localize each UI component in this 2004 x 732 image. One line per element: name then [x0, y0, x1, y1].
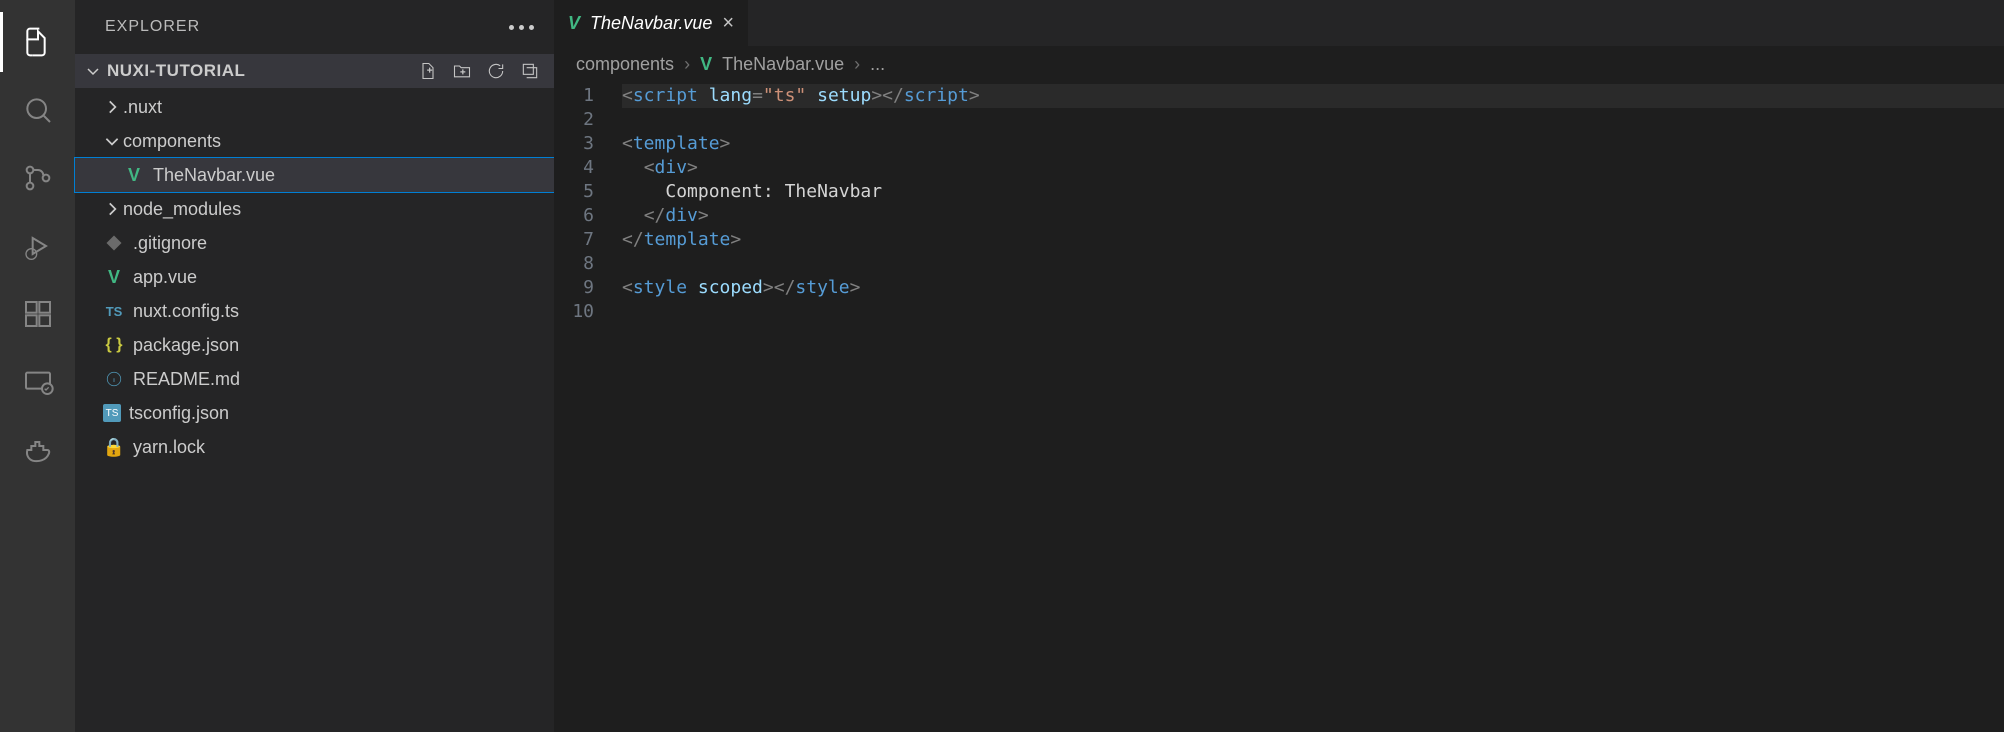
tree-item-label: yarn.lock [133, 437, 205, 458]
tab-active[interactable]: TheNavbar.vue × [554, 0, 748, 46]
activity-bar [0, 0, 75, 732]
editor-area: TheNavbar.vue × components › TheNavbar.v… [554, 0, 2004, 732]
project-name: NUXI-TUTORIAL [107, 61, 245, 81]
tab-title: TheNavbar.vue [590, 13, 712, 34]
vue-icon [568, 13, 580, 34]
tree-item-label: tsconfig.json [129, 403, 229, 424]
code-line[interactable] [622, 252, 2004, 276]
file-item[interactable]: { } package.json [75, 328, 554, 362]
chevron-icon [103, 98, 121, 116]
activity-extensions[interactable] [0, 284, 75, 344]
folder-item[interactable]: node_modules [75, 192, 554, 226]
tree-item-label: nuxt.config.ts [133, 301, 239, 322]
activity-remote[interactable] [0, 352, 75, 412]
file-item[interactable]: README.md [75, 362, 554, 396]
code-line[interactable]: <style scoped></style> [622, 276, 2004, 300]
activity-search[interactable] [0, 80, 75, 140]
chevron-right-icon: › [684, 54, 690, 75]
tree-item-label: .gitignore [133, 233, 207, 254]
file-item[interactable]: app.vue [75, 260, 554, 294]
activity-source-control[interactable] [0, 148, 75, 208]
tree-item-label: package.json [133, 335, 239, 356]
git-icon [103, 232, 125, 254]
tsconfig-icon: TS [103, 404, 121, 422]
info-icon [103, 368, 125, 390]
code-line[interactable]: Component: TheNavbar [622, 180, 2004, 204]
breadcrumb-part[interactable]: TheNavbar.vue [722, 54, 844, 75]
close-icon[interactable]: × [722, 12, 734, 35]
chevron-right-icon: › [854, 54, 860, 75]
collapse-icon[interactable] [520, 61, 540, 81]
file-item[interactable]: 🔒 yarn.lock [75, 430, 554, 464]
file-item[interactable]: .gitignore [75, 226, 554, 260]
tab-bar: TheNavbar.vue × [554, 0, 2004, 46]
lock-icon: 🔒 [103, 436, 125, 458]
tree-item-label: README.md [133, 369, 240, 390]
code-line[interactable]: <div> [622, 156, 2004, 180]
activity-debug[interactable] [0, 216, 75, 276]
explorer-title: EXPLORER [105, 18, 200, 36]
activity-docker[interactable] [0, 420, 75, 480]
new-file-icon[interactable] [418, 61, 438, 81]
tree-item-label: .nuxt [123, 97, 162, 118]
code-content[interactable]: <script lang="ts" setup></script> <templ… [622, 82, 2004, 732]
vue-icon [700, 54, 712, 75]
code-line[interactable] [622, 300, 2004, 324]
new-folder-icon[interactable] [452, 61, 472, 81]
tree-item-label: components [123, 131, 221, 152]
chevron-icon [103, 200, 121, 218]
activity-explorer[interactable] [0, 12, 75, 72]
code-line[interactable]: <template> [622, 132, 2004, 156]
tree-item-label: TheNavbar.vue [153, 165, 275, 186]
code-editor[interactable]: 12345678910 <script lang="ts" setup></sc… [554, 82, 2004, 732]
code-line[interactable] [622, 108, 2004, 132]
vue-icon [103, 266, 125, 288]
breadcrumbs[interactable]: components › TheNavbar.vue › ... [554, 46, 2004, 82]
folder-item[interactable]: components [75, 124, 554, 158]
file-item[interactable]: TheNavbar.vue [75, 158, 554, 192]
code-line[interactable]: <script lang="ts" setup></script> [622, 84, 2004, 108]
file-item[interactable]: TS nuxt.config.ts [75, 294, 554, 328]
code-line[interactable]: </template> [622, 228, 2004, 252]
explorer-header: EXPLORER [75, 0, 554, 54]
explorer-more-icon[interactable] [509, 25, 534, 30]
chevron-icon [103, 132, 121, 150]
code-line[interactable]: </div> [622, 204, 2004, 228]
line-gutter: 12345678910 [554, 82, 622, 732]
json-icon: { } [103, 334, 125, 356]
ts-icon: TS [103, 300, 125, 322]
refresh-icon[interactable] [486, 61, 506, 81]
chevron-down-icon [85, 63, 101, 79]
file-item[interactable]: TS tsconfig.json [75, 396, 554, 430]
breadcrumb-part[interactable]: components [576, 54, 674, 75]
file-tree: .nuxt components TheNavbar.vue node_modules… [75, 88, 554, 466]
breadcrumb-part[interactable]: ... [870, 54, 885, 75]
explorer-sidebar: EXPLORER NUXI-TUTORIAL .nuxt components Th… [75, 0, 554, 732]
tree-item-label: node_modules [123, 199, 241, 220]
tree-item-label: app.vue [133, 267, 197, 288]
vue-icon [123, 164, 145, 186]
project-header[interactable]: NUXI-TUTORIAL [75, 54, 554, 88]
folder-item[interactable]: .nuxt [75, 90, 554, 124]
